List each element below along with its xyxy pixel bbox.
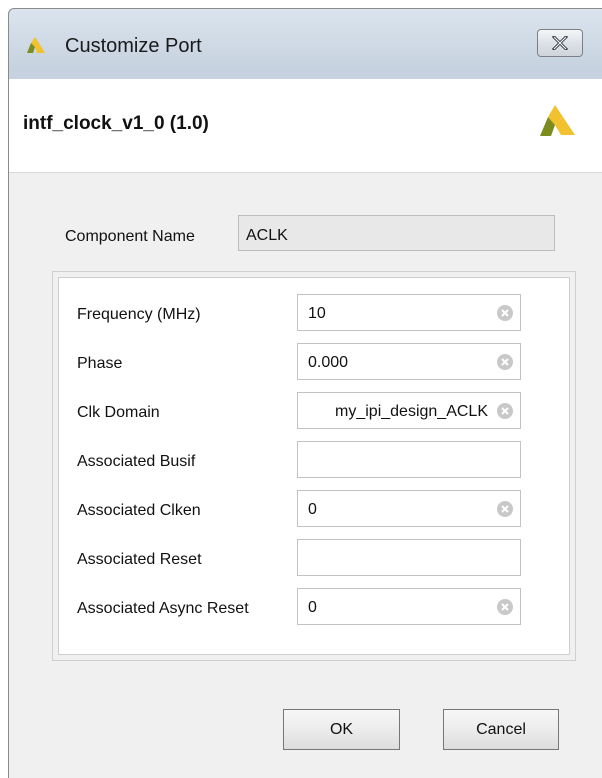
clear-icon[interactable]: [496, 500, 514, 518]
associated-clken-value: 0: [308, 501, 317, 518]
associated-reset-input[interactable]: [297, 539, 521, 576]
clear-icon[interactable]: [496, 598, 514, 616]
customize-port-dialog: Customize Port intf_clock_v1_0 (1.0) Com…: [8, 8, 602, 778]
dialog-body: intf_clock_v1_0 (1.0) Component Name ACL…: [9, 79, 602, 778]
phase-value: 0.000: [308, 354, 349, 371]
component-name-label: Component Name: [65, 228, 195, 245]
clear-icon[interactable]: [496, 304, 514, 322]
associated-async-reset-label: Associated Async Reset: [77, 600, 249, 617]
associated-clken-input[interactable]: 0: [297, 490, 521, 527]
frequency-label: Frequency (MHz): [77, 306, 201, 323]
phase-label: Phase: [77, 355, 123, 372]
associated-reset-label: Associated Reset: [77, 551, 202, 568]
clk-domain-label: Clk Domain: [77, 404, 160, 421]
frequency-input[interactable]: 10: [297, 294, 521, 331]
phase-input[interactable]: 0.000: [297, 343, 521, 380]
associated-async-reset-input[interactable]: 0: [297, 588, 521, 625]
close-button[interactable]: [537, 29, 583, 57]
associated-busif-input[interactable]: [297, 441, 521, 478]
clk-domain-value: my_ipi_design_ACLK: [335, 403, 488, 420]
component-name-field[interactable]: ACLK: [238, 215, 555, 251]
frequency-value: 10: [308, 305, 326, 322]
xilinx-logo-icon: [27, 37, 45, 53]
xilinx-logo-icon: [540, 105, 575, 136]
associated-busif-label: Associated Busif: [77, 453, 196, 470]
associated-async-reset-value: 0: [308, 599, 317, 616]
ok-button[interactable]: OK: [283, 709, 400, 750]
ip-header: intf_clock_v1_0 (1.0): [9, 79, 602, 173]
window-title: Customize Port: [65, 35, 202, 57]
clear-icon[interactable]: [496, 402, 514, 420]
clear-icon[interactable]: [496, 353, 514, 371]
cancel-button[interactable]: Cancel: [443, 709, 559, 750]
title-bar[interactable]: Customize Port: [9, 9, 602, 75]
clk-domain-input[interactable]: my_ipi_design_ACLK: [297, 392, 521, 429]
ip-title: intf_clock_v1_0 (1.0): [23, 113, 209, 134]
associated-clken-label: Associated Clken: [77, 502, 201, 519]
close-x-icon: [552, 36, 568, 50]
